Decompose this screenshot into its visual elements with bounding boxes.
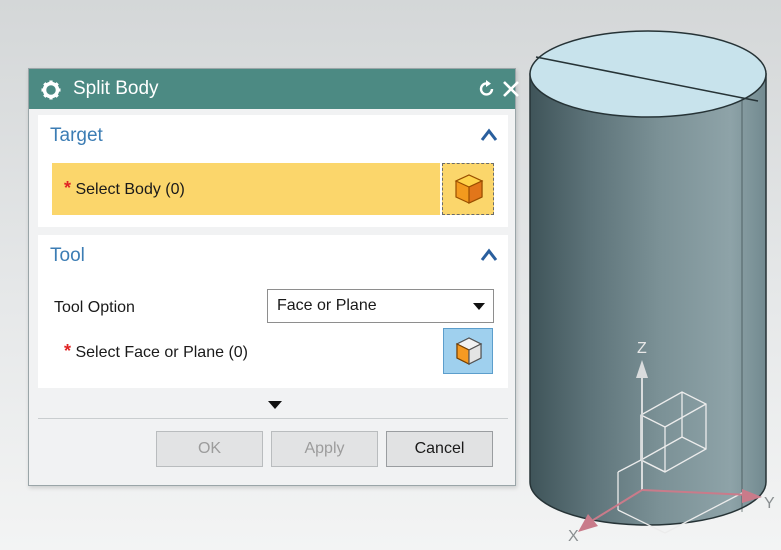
- tool-option-dropdown[interactable]: Face or Plane: [267, 289, 494, 323]
- apply-button[interactable]: Apply: [271, 431, 378, 467]
- target-group-title: Target: [50, 125, 103, 146]
- gear-icon[interactable]: [41, 80, 61, 100]
- target-group: Target * Select Body (0): [38, 115, 508, 227]
- select-body-button[interactable]: [442, 163, 494, 215]
- tool-option-label: Tool Option: [54, 299, 135, 316]
- dialog-title: Split Body: [73, 78, 159, 99]
- tool-option-value: Face or Plane: [277, 297, 377, 314]
- expand-more-icon[interactable]: [268, 401, 282, 409]
- close-icon[interactable]: [501, 79, 521, 99]
- triad-label-y: Y: [764, 495, 775, 512]
- tool-group: Tool Tool Option Face or Plane * Select …: [38, 235, 508, 388]
- reset-icon[interactable]: [477, 79, 497, 99]
- tool-group-title: Tool: [50, 245, 85, 266]
- face-select-icon: [455, 337, 483, 365]
- cylinder-side: [529, 73, 767, 526]
- required-mark: *: [64, 341, 72, 361]
- cancel-button[interactable]: Cancel: [386, 431, 493, 467]
- ok-button[interactable]: OK: [156, 431, 263, 467]
- select-face-button[interactable]: [443, 328, 493, 374]
- solid-body-icon: [454, 174, 484, 204]
- chevron-up-icon[interactable]: [480, 247, 498, 263]
- split-body-dialog: Split Body Target * Select Body (0) Tool…: [28, 68, 519, 486]
- cylinder-top-face: [529, 30, 767, 118]
- required-mark: *: [64, 178, 72, 198]
- tool-group-header[interactable]: Tool: [38, 235, 508, 273]
- select-face-label: Select Face or Plane (0): [75, 344, 248, 361]
- select-body-label: Select Body (0): [75, 181, 185, 198]
- divider: [38, 418, 508, 419]
- chevron-up-icon[interactable]: [480, 127, 498, 143]
- triad-label-z: Z: [637, 340, 647, 357]
- target-group-header[interactable]: Target: [38, 115, 508, 153]
- dialog-titlebar[interactable]: Split Body: [29, 69, 519, 109]
- select-body-row[interactable]: * Select Body (0): [52, 163, 440, 215]
- triad-label-x: X: [568, 528, 579, 545]
- dropdown-arrow-icon: [473, 303, 485, 310]
